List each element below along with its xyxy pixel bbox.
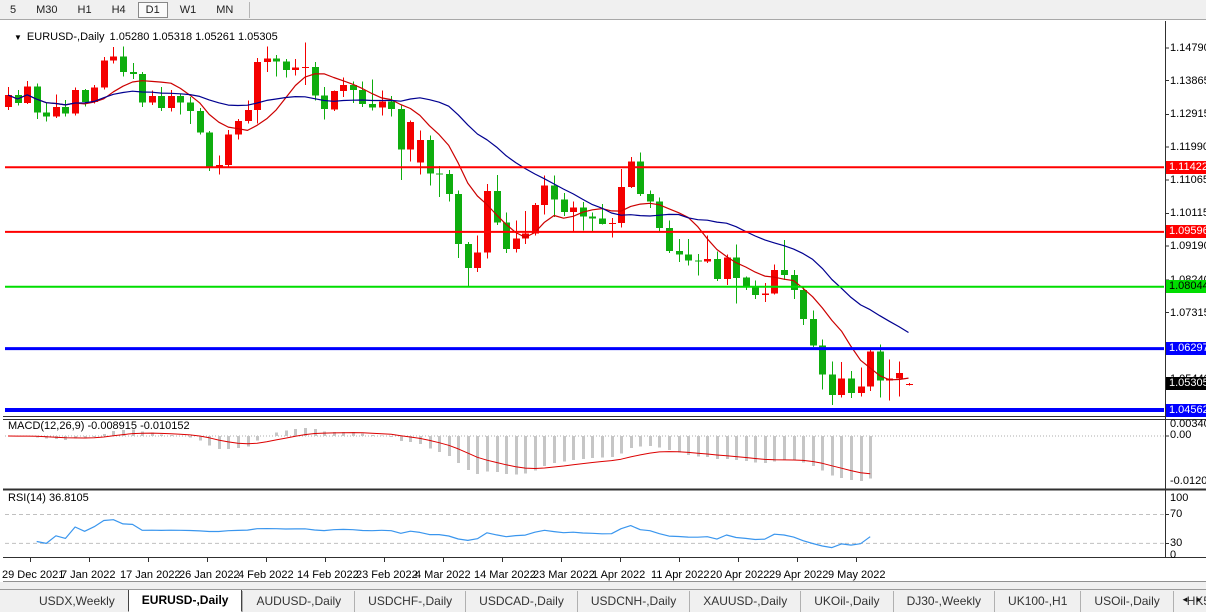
symbol-tab-xauusd[interactable]: XAUUSD-,Daily: [689, 591, 800, 612]
macd-main-value: -0.008915: [87, 420, 137, 432]
rsi-value: 36.8105: [49, 492, 89, 504]
date-label: 1 Apr 2022: [592, 569, 645, 581]
price-axis-label: 1.14790: [1170, 42, 1206, 54]
date-label: 4 Mar 2022: [415, 569, 471, 581]
chart-symbol-title: ▼ EURUSD-,Daily 1.05280 1.05318 1.05261 …: [14, 31, 278, 43]
date-label: 29 Dec 2021: [2, 569, 64, 581]
symbol-tab-ukoil[interactable]: UKOil-,Daily: [800, 591, 892, 612]
tab-scroll-left-icon[interactable]: ◄: [1181, 595, 1189, 604]
chevron-down-icon: ▼: [14, 33, 22, 42]
price-axis-label: 1.12915: [1170, 108, 1206, 120]
rsi-axis-label: 0: [1170, 549, 1176, 561]
price-badge-1.05305: 1.05305: [1166, 377, 1206, 390]
symbol-tabbar-area: USDX,WeeklyEURUSD-,DailyAUDUSD-,DailyUSD…: [0, 582, 1206, 612]
symbol-tab-usdx[interactable]: USDX,Weekly: [26, 591, 128, 612]
date-label: 9 May 2022: [828, 569, 885, 581]
date-label: 4 Feb 2022: [238, 569, 294, 581]
symbol-tabbar: USDX,WeeklyEURUSD-,DailyAUDUSD-,DailyUSD…: [0, 589, 1206, 612]
date-label: 14 Mar 2022: [474, 569, 536, 581]
mt4-window: 5M30H1H4D1W1MN ▼ EURUSD-,Daily 1.05280 1…: [0, 0, 1206, 612]
rsi-indicator-label: RSI(14) 36.8105: [8, 492, 89, 504]
tab-scroll-right-icon[interactable]: ►: [1195, 595, 1203, 604]
date-label: 23 Mar 2022: [533, 569, 595, 581]
price-axis-label: 1.07315: [1170, 307, 1206, 319]
date-label: 26 Jan 2022: [179, 569, 240, 581]
macd-name: MACD(12,26,9): [8, 420, 84, 432]
macd-axis-label: 0.00: [1170, 429, 1191, 441]
price-axis-label: 1.11990: [1170, 141, 1206, 153]
date-label: 29 Apr 2022: [769, 569, 828, 581]
price-axis-label: 1.11065: [1170, 174, 1206, 186]
symbol-label: EURUSD-,Daily: [27, 31, 105, 43]
rsi-axis-label: 30: [1170, 537, 1182, 549]
price-axis-label: 1.09190: [1170, 240, 1206, 252]
rsi-axis-label: 100: [1170, 492, 1188, 504]
date-label: 20 Apr 2022: [710, 569, 769, 581]
date-label: 11 Apr 2022: [651, 569, 710, 581]
symbol-tab-usdcnh[interactable]: USDCNH-,Daily: [577, 591, 689, 612]
price-badge-1.04562: 1.04562: [1166, 404, 1206, 417]
symbol-tab-eurusd[interactable]: EURUSD-,Daily: [128, 589, 243, 612]
price-badge-1.09596: 1.09596: [1166, 225, 1206, 238]
symbol-tab-usdchf[interactable]: USDCHF-,Daily: [354, 591, 465, 612]
rsi-name: RSI(14): [8, 492, 46, 504]
price-badge-1.08044: 1.08044: [1166, 280, 1206, 293]
price-axis-label: 1.13865: [1170, 75, 1206, 87]
price-badge-1.06297: 1.06297: [1166, 342, 1206, 355]
symbol-tab-dj30[interactable]: DJ30-,Weekly: [893, 591, 994, 612]
date-label: 14 Feb 2022: [297, 569, 359, 581]
symbol-tab-usoil[interactable]: USOil-,Daily: [1080, 591, 1172, 612]
date-label: 17 Jan 2022: [120, 569, 181, 581]
date-label: 23 Feb 2022: [356, 569, 418, 581]
price-badge-1.11422: 1.11422: [1166, 161, 1206, 174]
symbol-tab-audusd[interactable]: AUDUSD-,Daily: [242, 591, 354, 612]
chart-canvas[interactable]: [0, 0, 1206, 612]
date-label: 7 Jan 2022: [61, 569, 115, 581]
symbol-tab-uk100[interactable]: UK100-,H1: [994, 591, 1080, 612]
macd-signal-value: -0.010152: [140, 420, 190, 432]
symbol-tab-usdcad[interactable]: USDCAD-,Daily: [465, 591, 577, 612]
macd-axis-label: -0.012052: [1170, 475, 1206, 487]
price-axis-label: 1.10115: [1170, 207, 1206, 219]
macd-indicator-label: MACD(12,26,9) -0.008915 -0.010152: [8, 420, 190, 432]
ohlc-values: 1.05280 1.05318 1.05261 1.05305: [110, 31, 278, 43]
rsi-axis-label: 70: [1170, 508, 1182, 520]
